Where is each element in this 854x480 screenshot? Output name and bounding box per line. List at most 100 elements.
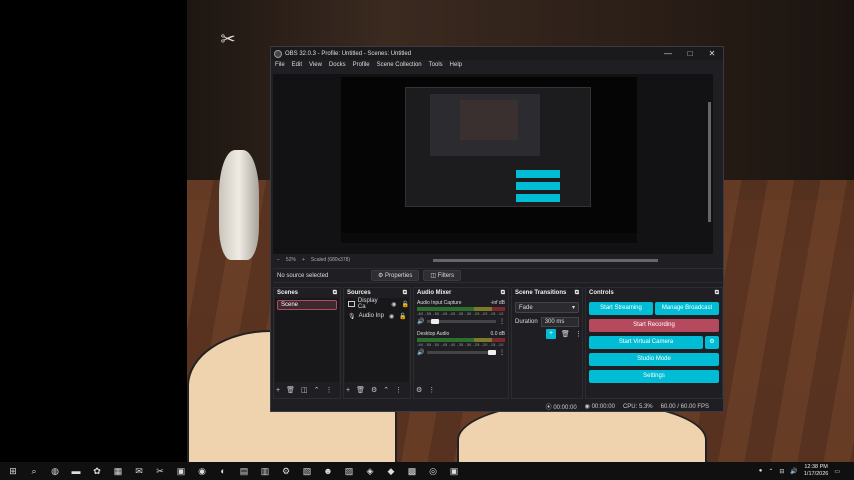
menu-help[interactable]: Help: [450, 62, 462, 68]
file-explorer-icon[interactable]: ▬: [68, 464, 84, 478]
more-icon[interactable]: ⋮: [575, 330, 582, 338]
network-icon[interactable]: ⊟: [779, 468, 784, 475]
eye-icon[interactable]: ◉: [391, 301, 396, 308]
notifications-icon[interactable]: ▭: [834, 468, 840, 475]
app-icon[interactable]: ▩: [404, 464, 420, 478]
properties-button[interactable]: ⚙ Properties: [371, 270, 420, 281]
source-item[interactable]: 🎙 Audio Inp ◉ 🔓: [345, 310, 409, 322]
more-icon[interactable]: ⋮: [428, 386, 435, 394]
transition-select[interactable]: Fade ▾: [515, 302, 579, 313]
minimize-button[interactable]: —: [657, 47, 679, 60]
start-virtual-camera-button[interactable]: Start Virtual Camera: [589, 336, 703, 349]
lock-icon[interactable]: 🔓: [402, 301, 409, 308]
close-button[interactable]: ✕: [701, 47, 723, 60]
preview-area[interactable]: [273, 74, 713, 254]
volume-slider-knob[interactable]: [488, 350, 496, 355]
capcut-icon[interactable]: ✂: [152, 464, 168, 478]
volume-slider[interactable]: [427, 319, 496, 324]
search-icon[interactable]: ⌕: [26, 464, 42, 478]
obs-taskbar-icon[interactable]: ◎: [425, 464, 441, 478]
volume-meter: [417, 338, 505, 342]
volume-slider-knob[interactable]: [430, 319, 439, 324]
trash-icon[interactable]: 🗑: [286, 386, 295, 394]
audio-mixer-title: Audio Mixer: [417, 290, 452, 296]
lock-icon[interactable]: 🔓: [399, 313, 406, 320]
start-streaming-button[interactable]: Start Streaming: [589, 302, 653, 315]
spotify-icon[interactable]: ◉: [194, 464, 210, 478]
more-icon[interactable]: ⋮: [395, 386, 402, 394]
mixer-track-audio-input: Audio Input Capture -inf dB -60 -55 -50 -…: [414, 298, 508, 325]
move-up-icon[interactable]: ⌃: [314, 386, 320, 394]
studio-mode-button[interactable]: Studio Mode: [589, 353, 719, 366]
gear-icon[interactable]: ⚙: [416, 386, 422, 394]
more-icon[interactable]: ⋮: [499, 349, 505, 356]
tray-app-icon[interactable]: ●: [759, 468, 763, 474]
record-status: ◉ 00:00:00: [585, 403, 615, 410]
app-icon[interactable]: ▣: [173, 464, 189, 478]
speaker-icon[interactable]: 🔊: [417, 318, 424, 325]
menu-profile[interactable]: Profile: [353, 62, 370, 68]
add-icon[interactable]: +: [346, 387, 350, 394]
dock-float-icon[interactable]: ⧉: [333, 290, 337, 297]
app-icon[interactable]: ◐: [215, 464, 231, 478]
controls-dock: Controls ⧉ Start Streaming Manage Broadca…: [585, 287, 723, 399]
volume-icon[interactable]: 🔊: [790, 468, 797, 475]
app-icon[interactable]: ▥: [257, 464, 273, 478]
duration-input[interactable]: 300 ms: [540, 317, 579, 327]
menu-edit[interactable]: Edit: [292, 62, 302, 68]
audio-mixer-toolbar: ⚙ ⋮: [416, 385, 506, 395]
menu-file[interactable]: File: [275, 62, 285, 68]
trash-icon[interactable]: 🗑: [356, 386, 365, 394]
app-icon[interactable]: ◈: [362, 464, 378, 478]
app-icon[interactable]: ▣: [446, 464, 462, 478]
steam-icon[interactable]: ⚙: [278, 464, 294, 478]
manage-broadcast-button[interactable]: Manage Broadcast: [655, 302, 719, 315]
start-recording-button[interactable]: Start Recording: [589, 319, 719, 332]
trash-icon[interactable]: 🗑: [561, 330, 570, 338]
clock[interactable]: 12:38 PM 1/17/2026: [804, 464, 828, 478]
virtual-camera-settings-button[interactable]: ⚙: [705, 336, 719, 349]
app-icon[interactable]: ▧: [299, 464, 315, 478]
zoom-in-icon[interactable]: +: [302, 257, 305, 263]
app-icon[interactable]: ▤: [236, 464, 252, 478]
preview-vertical-scrollbar[interactable]: [708, 102, 711, 222]
filter-icon[interactable]: ◫: [301, 386, 308, 394]
windows-start-icon[interactable]: ⊞: [5, 464, 21, 478]
preview-horizontal-scrollbar[interactable]: [433, 259, 658, 262]
speaker-icon[interactable]: 🔊: [417, 349, 424, 356]
obs-titlebar[interactable]: OBS 32.0.3 - Profile: Untitled - Scenes:…: [271, 47, 723, 60]
maximize-button[interactable]: □: [679, 47, 701, 60]
more-icon[interactable]: ⋮: [499, 318, 505, 325]
dock-float-icon[interactable]: ⧉: [501, 290, 505, 297]
app-icon[interactable]: ◆: [383, 464, 399, 478]
add-icon[interactable]: +: [276, 387, 280, 394]
menu-view[interactable]: View: [309, 62, 322, 68]
tray-chevron-up-icon[interactable]: ⌃: [768, 468, 773, 475]
menu-docks[interactable]: Docks: [329, 62, 346, 68]
record-icon: ◉: [584, 404, 592, 410]
volume-slider[interactable]: [427, 350, 496, 355]
move-up-icon[interactable]: ⌃: [383, 386, 389, 394]
settings-button[interactable]: Settings: [589, 370, 719, 383]
source-item[interactable]: Display Ca ◉ 🔓: [345, 298, 409, 310]
filters-button[interactable]: ◫ Filters: [423, 270, 462, 281]
zoom-out-icon[interactable]: −: [277, 257, 280, 263]
dock-float-icon[interactable]: ⧉: [715, 290, 719, 297]
menu-tools[interactable]: Tools: [429, 62, 443, 68]
dock-float-icon[interactable]: ⧉: [575, 290, 579, 297]
mail-icon[interactable]: ✉: [131, 464, 147, 478]
scene-item[interactable]: Scene: [277, 300, 337, 310]
app-icon[interactable]: ▨: [341, 464, 357, 478]
more-icon[interactable]: ⋮: [325, 386, 332, 394]
scale-label[interactable]: Scaled (680x378): [311, 257, 350, 263]
discord-icon[interactable]: ☻: [320, 464, 336, 478]
preview-canvas[interactable]: [341, 77, 637, 243]
gear-icon[interactable]: ⚙: [371, 386, 377, 394]
app-icon[interactable]: ✿: [89, 464, 105, 478]
menu-scene-collection[interactable]: Scene Collection: [377, 62, 422, 68]
eye-icon[interactable]: ◉: [389, 313, 394, 320]
dock-float-icon[interactable]: ⧉: [403, 290, 407, 297]
store-icon[interactable]: ▦: [110, 464, 126, 478]
add-transition-icon[interactable]: +: [546, 329, 556, 339]
chrome-icon[interactable]: ◍: [47, 464, 63, 478]
